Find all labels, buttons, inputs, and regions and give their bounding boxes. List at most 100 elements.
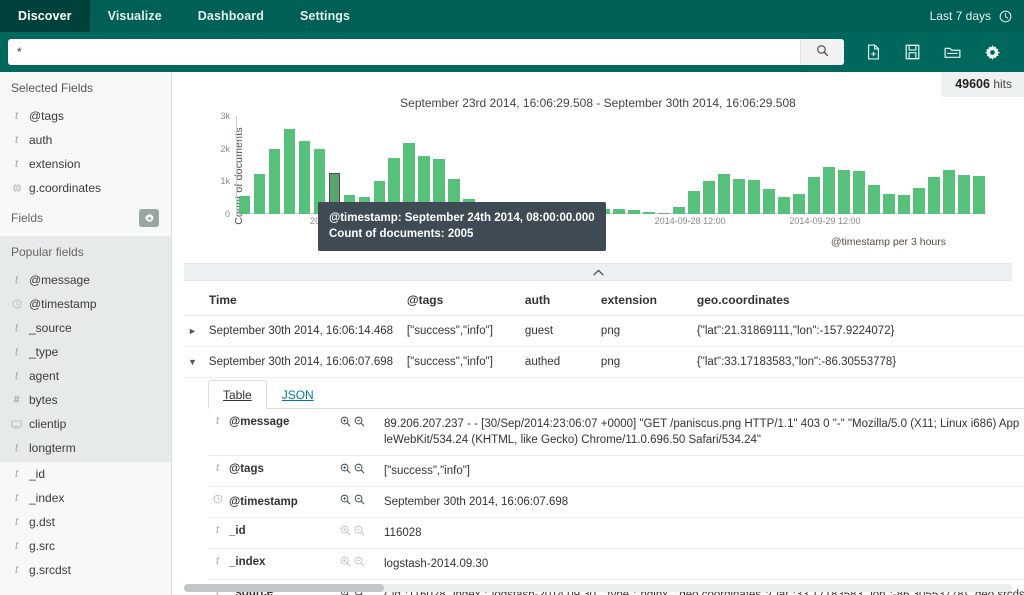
tab-table[interactable]: Table [208,380,267,409]
magnify-minus-icon[interactable] [354,556,365,570]
save-search-icon[interactable] [905,44,920,60]
histogram-bar[interactable] [643,211,655,214]
bar-slot[interactable] [836,116,851,214]
histogram-bar[interactable] [718,173,730,214]
bar-slot[interactable] [687,116,702,214]
bar-slot[interactable] [552,116,567,214]
sidebar-field-gdst[interactable]: t g.dst [0,510,171,534]
bar-slot[interactable] [657,116,672,214]
magnify-plus-icon[interactable] [340,416,351,430]
bar-slot[interactable] [642,116,657,214]
histogram-bar[interactable] [283,128,296,214]
table-row[interactable]: ▼ September 30th 2014, 16:06:07.698 ["su… [184,346,1024,378]
bar-slot[interactable] [821,116,836,214]
histogram-bar[interactable] [853,171,865,214]
histogram-bar[interactable] [658,212,670,214]
histogram-bar[interactable] [238,195,251,214]
column-header-geocoordinates[interactable]: geo.coordinates [690,281,1024,316]
field-settings-gear-icon[interactable] [139,209,159,227]
bar-slot[interactable] [731,116,746,214]
sidebar-field-tags[interactable]: t @tags [0,104,171,128]
magnify-plus-icon[interactable] [340,494,351,508]
column-header-auth[interactable]: auth [518,281,595,316]
histogram-bar[interactable] [733,178,745,214]
histogram-bar[interactable] [823,166,835,214]
scrollbar-thumb[interactable] [184,584,384,592]
histogram-bar[interactable] [927,177,940,214]
bar-slot[interactable] [522,116,537,214]
histogram-bar[interactable] [838,170,850,214]
magnify-minus-icon[interactable] [354,416,365,430]
bar-slot[interactable] [911,116,926,214]
nav-tab-visualize[interactable]: Visualize [90,0,180,32]
magnify-minus-icon[interactable] [354,494,365,508]
histogram-bar[interactable] [942,169,955,214]
collapse-chart-button[interactable] [184,263,1012,281]
histogram-bar[interactable] [628,210,640,214]
bar-slot[interactable] [746,116,761,214]
magnify-plus-icon[interactable] [340,525,351,539]
bar-slot[interactable] [282,116,297,214]
bar-slot[interactable] [507,116,522,214]
nav-tab-dashboard[interactable]: Dashboard [180,0,282,32]
histogram-bar[interactable] [897,195,910,214]
bar-slot[interactable] [327,116,342,214]
nav-tab-discover[interactable]: Discover [0,0,90,32]
sidebar-field-gsrcdst[interactable]: t g.srcdst [0,558,171,582]
histogram-bar[interactable] [253,173,266,214]
bar-slot[interactable] [237,116,252,214]
new-search-icon[interactable] [866,44,881,60]
bar-slot[interactable] [267,116,282,214]
column-header-tags[interactable]: @tags [400,281,519,316]
column-header-extension[interactable]: extension [594,281,691,316]
magnify-plus-icon[interactable] [340,463,351,477]
histogram-bar[interactable] [673,206,685,214]
histogram-bar[interactable] [882,194,895,214]
histogram-bar[interactable] [867,184,880,214]
sidebar-field-index[interactable]: t _index [0,486,171,510]
bar-slot[interactable] [956,116,971,214]
bar-slot[interactable] [941,116,956,214]
histogram-bar[interactable] [688,191,700,214]
bar-slot[interactable] [372,116,387,214]
open-search-icon[interactable] [944,45,961,60]
histogram-bar[interactable] [748,179,760,214]
bar-slot[interactable] [477,116,492,214]
bar-slot[interactable] [627,116,642,214]
sidebar-field-clientip[interactable]: clientip [0,412,171,436]
settings-gear-icon[interactable] [985,44,1000,60]
histogram-bar[interactable] [957,175,970,214]
tab-json[interactable]: JSON [267,380,329,409]
bar-slot[interactable] [896,116,911,214]
bar-slot[interactable] [432,116,447,214]
sidebar-field-timestamp[interactable]: @timestamp [0,292,171,316]
magnify-plus-icon[interactable] [340,556,351,570]
bar-slot[interactable] [582,116,597,214]
bar-slot[interactable] [672,116,687,214]
sidebar-field-gcoordinates[interactable]: g.coordinates [0,176,171,200]
table-row[interactable]: ► September 30th 2014, 16:06:14.468 ["su… [184,315,1024,347]
magnify-minus-icon[interactable] [354,463,365,477]
bar-slot[interactable] [567,116,582,214]
column-header-time[interactable]: Time [202,281,401,316]
histogram-bar[interactable] [298,141,311,214]
histogram-bar[interactable] [703,181,715,214]
sidebar-field-source[interactable]: t _source [0,316,171,340]
sidebar-field-agent[interactable]: t agent [0,364,171,388]
bar-slot[interactable] [447,116,462,214]
bar-slot[interactable] [537,116,552,214]
histogram-bar[interactable] [763,189,775,214]
bar-slot[interactable] [402,116,417,214]
bar-slot[interactable] [926,116,941,214]
bar-slot[interactable] [357,116,372,214]
bar-slot[interactable] [776,116,791,214]
search-input[interactable] [8,39,800,65]
nav-tab-settings[interactable]: Settings [282,0,368,32]
bar-slot[interactable] [761,116,776,214]
histogram-bar[interactable] [268,149,281,214]
time-picker-button[interactable]: Last 7 days [930,0,1024,32]
histogram-bar[interactable] [972,175,985,214]
sidebar-field-extension[interactable]: t extension [0,152,171,176]
bar-slot[interactable] [866,116,881,214]
histogram-bar[interactable] [808,176,820,214]
